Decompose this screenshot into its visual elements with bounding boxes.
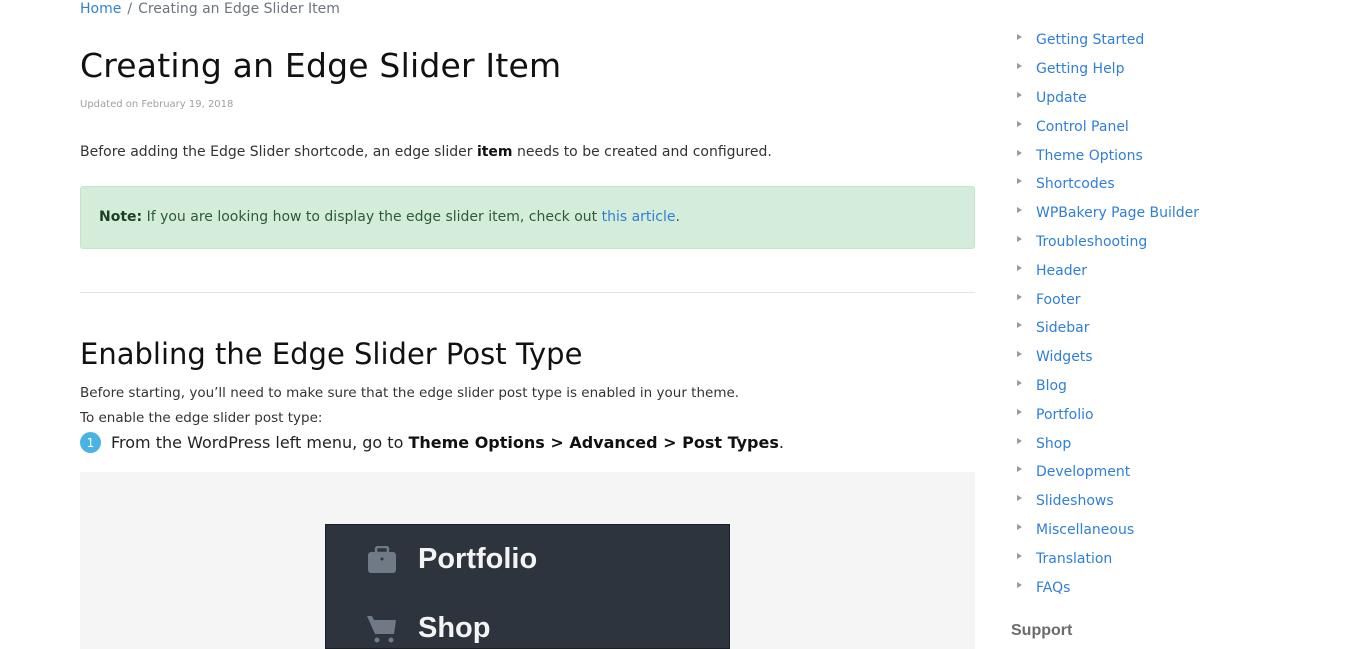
caret-right-icon	[1017, 437, 1022, 444]
sidebar-link[interactable]: FAQs	[1036, 580, 1070, 596]
caret-right-icon	[1017, 293, 1022, 300]
caret-right-icon	[1017, 379, 1022, 386]
sidebar-link[interactable]: Sidebar	[1036, 320, 1090, 336]
menu-item-portfolio: Portfolio	[366, 543, 537, 576]
updated-date: Updated on February 19, 2018	[80, 99, 234, 110]
support-heading: Support	[1011, 622, 1073, 639]
sidebar-item-shop[interactable]: Shop	[1011, 429, 1341, 458]
breadcrumb-separator: /	[127, 1, 133, 17]
section-heading: Enabling the Edge Slider Post Type	[80, 337, 583, 371]
sidebar-link[interactable]: Getting Help	[1036, 61, 1124, 77]
sidebar-list: Getting Started Getting Help Update Control…	[1011, 26, 1341, 602]
sidebar-item-faqs[interactable]: FAQs	[1011, 573, 1341, 602]
sidebar-item-header[interactable]: Header	[1011, 256, 1341, 285]
caret-right-icon	[1017, 91, 1022, 98]
section-paragraph: Before starting, you’ll need to make sur…	[80, 385, 740, 401]
step-item: 1 From the WordPress left menu, go to Th…	[80, 432, 784, 453]
this-article-link[interactable]: this article	[602, 209, 676, 225]
caret-right-icon	[1017, 178, 1022, 185]
breadcrumb-current: Creating an Edge Slider Item	[138, 1, 340, 17]
sidebar-item-footer[interactable]: Footer	[1011, 285, 1341, 314]
sidebar-item-miscellaneous[interactable]: Miscellaneous	[1011, 516, 1341, 545]
caret-right-icon	[1017, 34, 1022, 41]
step-text-before: From the WordPress left menu, go to	[111, 433, 409, 452]
section-divider	[80, 292, 975, 293]
cart-icon	[366, 613, 398, 645]
sidebar-link[interactable]: Development	[1036, 464, 1130, 480]
breadcrumb-home-link[interactable]: Home	[80, 1, 121, 17]
sidebar-link[interactable]: Portfolio	[1036, 407, 1094, 423]
sidebar-item-widgets[interactable]: Widgets	[1011, 343, 1341, 372]
sidebar-link[interactable]: Shortcodes	[1036, 176, 1115, 192]
caret-right-icon	[1017, 63, 1022, 70]
caret-right-icon	[1017, 149, 1022, 156]
sidebar-item-portfolio[interactable]: Portfolio	[1011, 400, 1341, 429]
sidebar-item-slideshows[interactable]: Slideshows	[1011, 487, 1341, 516]
intro-text: Before adding the Edge Slider shortcode,…	[80, 144, 477, 160]
caret-right-icon	[1017, 351, 1022, 358]
caret-right-icon	[1017, 552, 1022, 559]
sidebar-link[interactable]: Header	[1036, 263, 1087, 279]
note-box: Note: If you are looking how to display …	[80, 186, 975, 249]
screenshot-figure: Portfolio Shop	[80, 472, 975, 649]
step-path: Theme Options > Advanced > Post Types	[408, 433, 779, 452]
sidebar-item-getting-started[interactable]: Getting Started	[1011, 26, 1341, 55]
intro-bold: item	[476, 144, 513, 160]
sidebar-link[interactable]: Blog	[1036, 378, 1067, 394]
intro-paragraph: Before adding the Edge Slider shortcode,…	[80, 144, 772, 160]
sidebar-link[interactable]: Slideshows	[1036, 493, 1114, 509]
sidebar-item-update[interactable]: Update	[1011, 84, 1341, 113]
intro-text-end: needs to be created and configured.	[512, 144, 772, 160]
caret-right-icon	[1017, 235, 1022, 242]
caret-right-icon	[1017, 466, 1022, 473]
sidebar-link[interactable]: Troubleshooting	[1036, 234, 1147, 250]
sidebar-link[interactable]: Translation	[1036, 551, 1112, 567]
caret-right-icon	[1017, 120, 1022, 127]
step-text-end: .	[778, 433, 784, 452]
sidebar-link[interactable]: Widgets	[1036, 349, 1093, 365]
sidebar-link[interactable]: Footer	[1036, 292, 1081, 308]
caret-right-icon	[1017, 523, 1022, 530]
sidebar-link[interactable]: Getting Started	[1036, 32, 1144, 48]
step-text: From the WordPress left menu, go to Them…	[111, 433, 784, 452]
sidebar-item-control-panel[interactable]: Control Panel	[1011, 112, 1341, 141]
menu-item-label: Shop	[418, 612, 491, 644]
caret-right-icon	[1017, 495, 1022, 502]
sidebar-item-translation[interactable]: Translation	[1011, 544, 1341, 573]
caret-right-icon	[1017, 408, 1022, 415]
sidebar-item-theme-options[interactable]: Theme Options	[1011, 141, 1341, 170]
sidebar-item-troubleshooting[interactable]: Troubleshooting	[1011, 228, 1341, 257]
sidebar-link[interactable]: Control Panel	[1036, 119, 1129, 135]
wp-menu-screenshot: Portfolio Shop	[325, 524, 730, 649]
note-body: If you are looking how to display the ed…	[142, 209, 602, 225]
sidebar-link[interactable]: Shop	[1036, 436, 1071, 452]
note-end: .	[675, 209, 680, 225]
page-title: Creating an Edge Slider Item	[80, 46, 562, 85]
sidebar-item-wpbakery-page-builder[interactable]: WPBakery Page Builder	[1011, 199, 1341, 228]
note-text: Note: If you are looking how to display …	[99, 209, 680, 225]
note-label: Note:	[99, 209, 143, 225]
sidebar-link[interactable]: Update	[1036, 90, 1087, 106]
sidebar-item-getting-help[interactable]: Getting Help	[1011, 55, 1341, 84]
sidebar-link[interactable]: WPBakery Page Builder	[1036, 205, 1199, 221]
section-paragraph-2: To enable the edge slider post type:	[80, 410, 323, 426]
step-number-badge: 1	[80, 432, 101, 453]
sidebar-item-blog[interactable]: Blog	[1011, 372, 1341, 401]
menu-item-label: Portfolio	[418, 543, 538, 575]
breadcrumb: Home / Creating an Edge Slider Item	[80, 1, 340, 17]
caret-right-icon	[1017, 581, 1022, 588]
sidebar-link[interactable]: Theme Options	[1036, 148, 1143, 164]
caret-right-icon	[1017, 264, 1022, 271]
caret-right-icon	[1017, 207, 1022, 214]
sidebar-item-development[interactable]: Development	[1011, 458, 1341, 487]
docs-sidebar: Getting Started Getting Help Update Control…	[1011, 26, 1341, 602]
menu-item-shop: Shop	[366, 612, 491, 645]
sidebar-item-shortcodes[interactable]: Shortcodes	[1011, 170, 1341, 199]
briefcase-icon	[366, 544, 398, 576]
sidebar-link[interactable]: Miscellaneous	[1036, 522, 1134, 538]
sidebar-item-sidebar[interactable]: Sidebar	[1011, 314, 1341, 343]
caret-right-icon	[1017, 322, 1022, 329]
